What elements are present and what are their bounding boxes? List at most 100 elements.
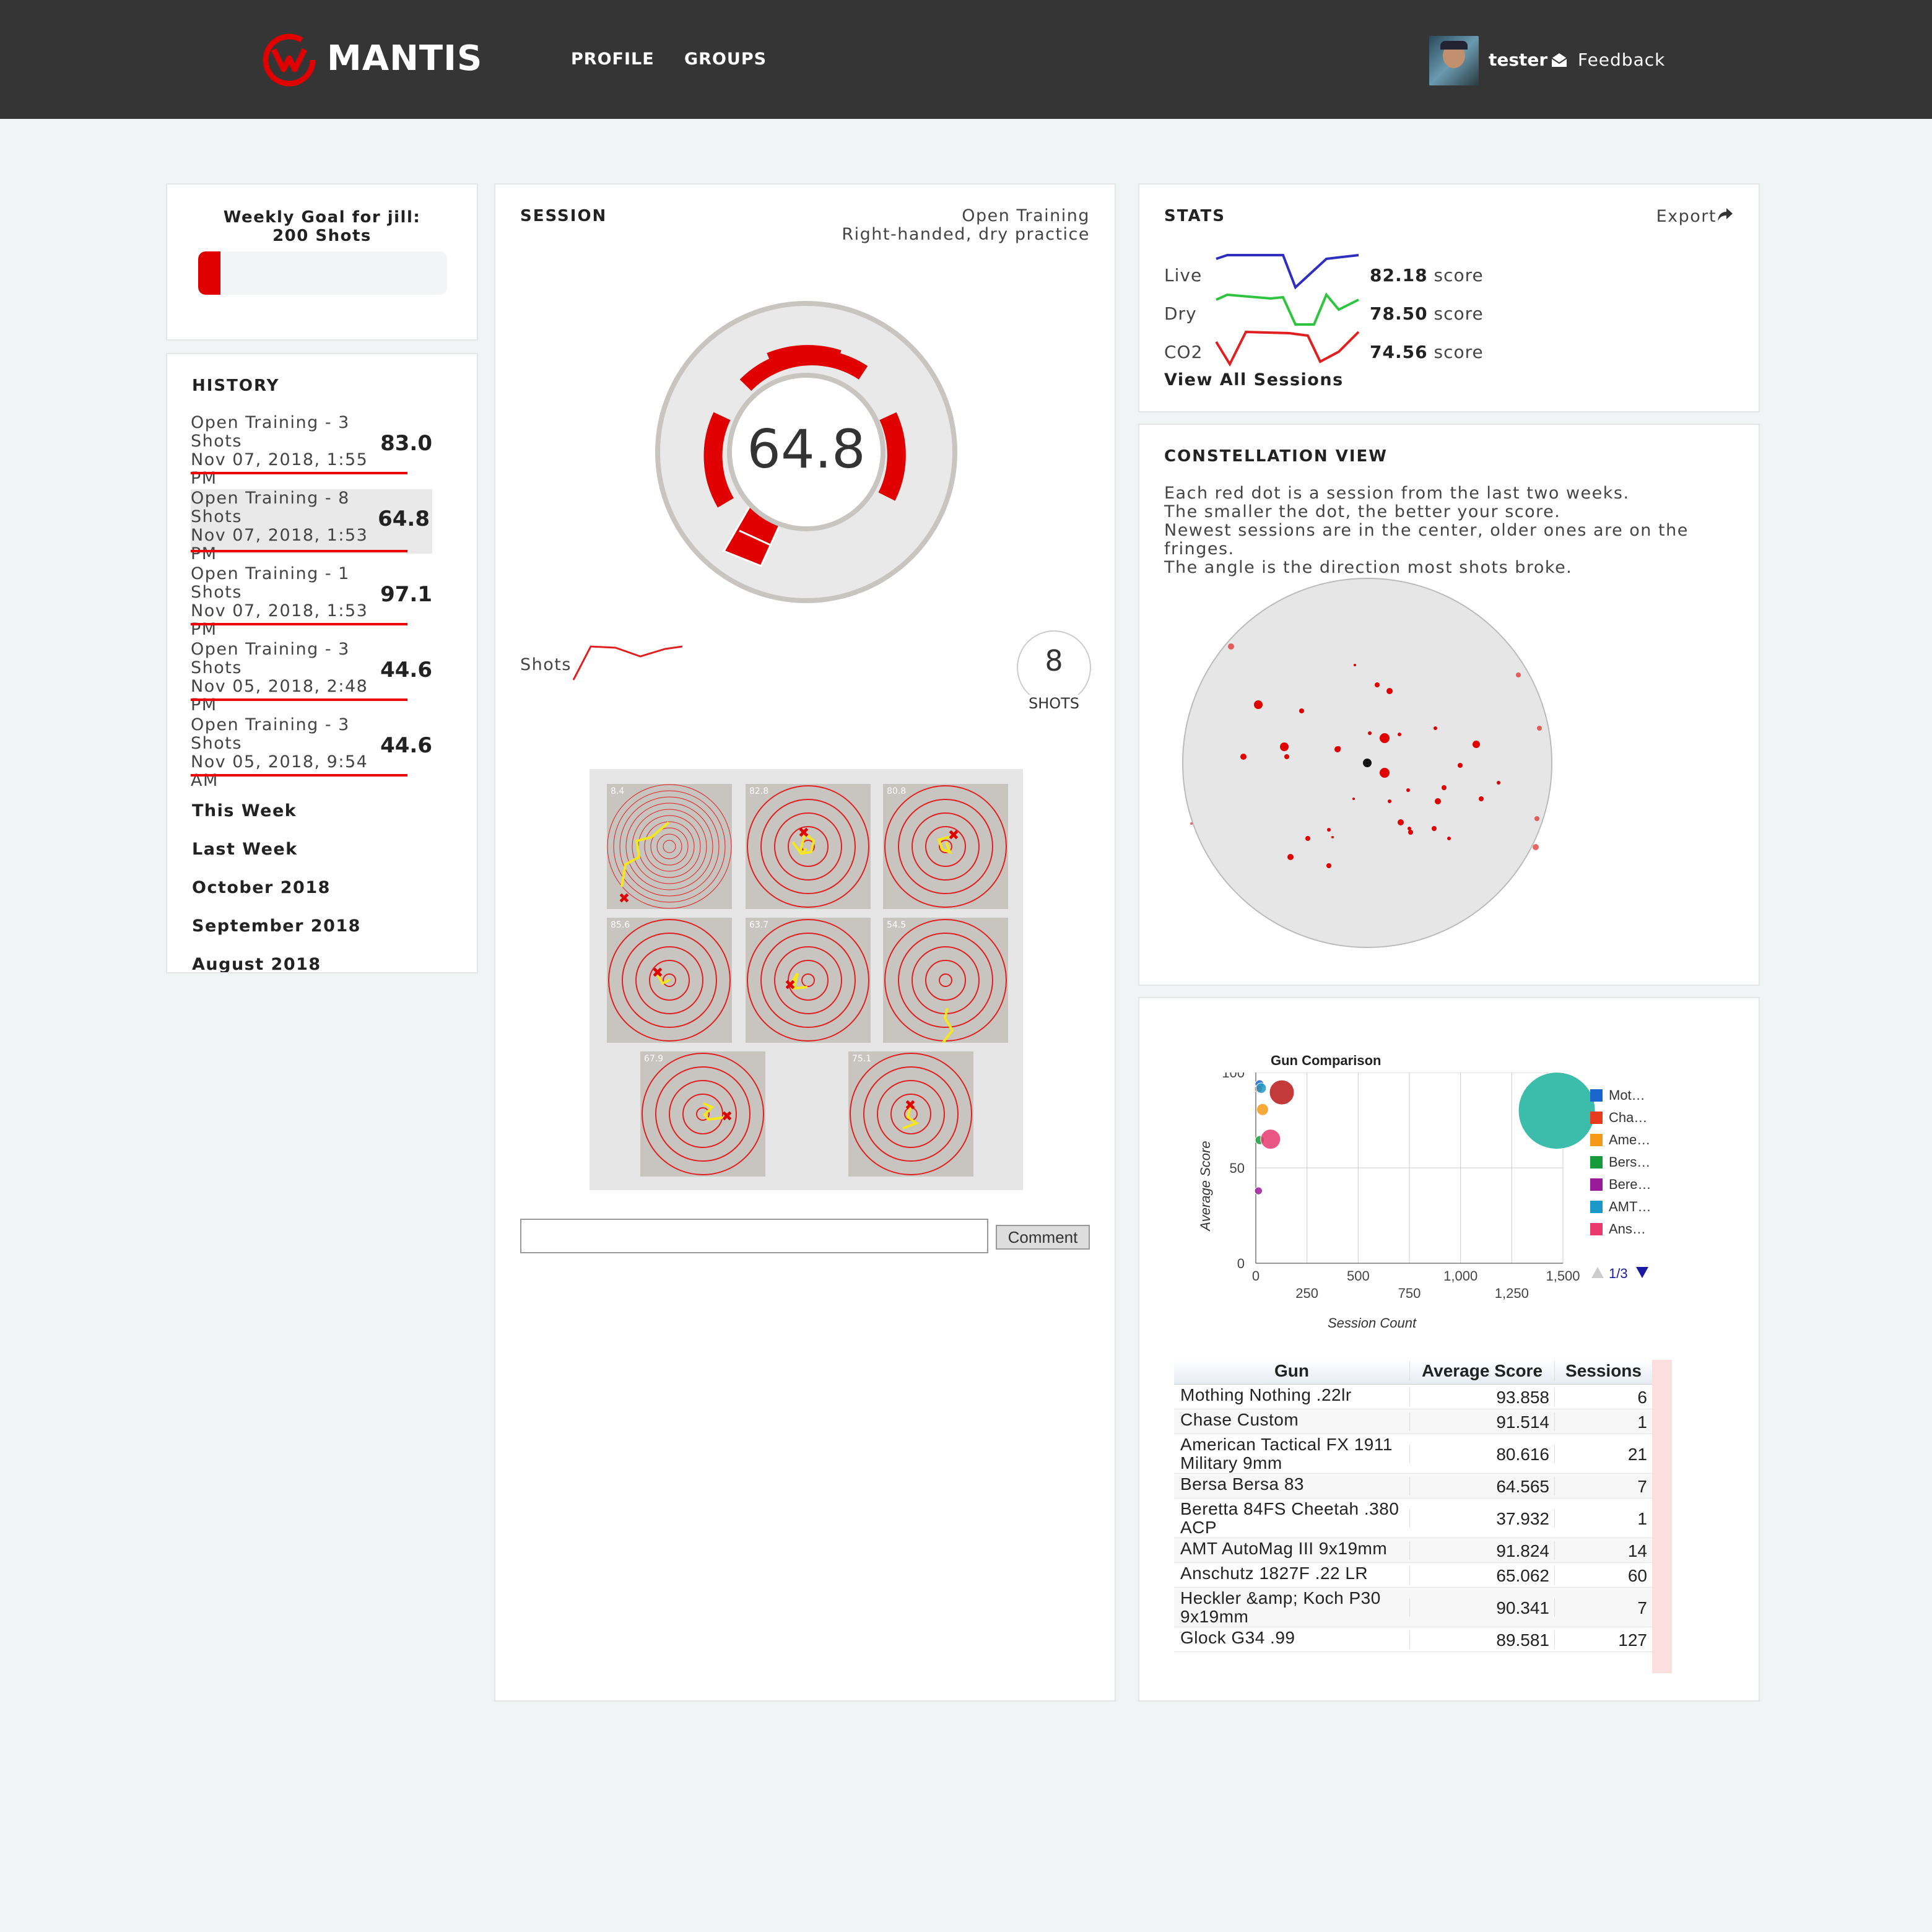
period-this-week[interactable]: This Week [192,801,297,820]
session-dot[interactable] [1537,726,1542,731]
session-dot[interactable] [1354,664,1356,666]
shot-target[interactable]: ✖ 75.1 [848,1051,973,1177]
session-dot[interactable] [1479,796,1484,801]
history-item[interactable]: Open Training - 3 Shots Nov 07, 2018, 1:55… [191,414,432,488]
legend-item[interactable]: Bere… [1590,1177,1651,1195]
avatar[interactable] [1429,36,1479,85]
history-item-date: Nov 05, 2018, 9:54 AM [191,752,368,790]
shot-target[interactable]: ✖ 63.7 [746,918,871,1043]
session-dot[interactable] [1408,830,1413,835]
session-dot[interactable] [1473,741,1480,748]
period-october-2018[interactable]: October 2018 [192,878,331,897]
comment-button[interactable]: Comment [996,1225,1090,1250]
session-dot[interactable] [1352,798,1355,800]
comment-input[interactable] [520,1219,988,1253]
session-dot[interactable] [1228,643,1234,650]
view-all-sessions-link[interactable]: View All Sessions [1164,370,1344,389]
shot-target[interactable]: ✖ 8.4 [607,784,732,909]
legend-next-icon[interactable] [1635,1266,1650,1279]
session-dot[interactable] [1284,754,1289,759]
session-dot[interactable] [1190,822,1193,825]
session-dot[interactable] [1534,816,1539,821]
target-score: 85.6 [611,920,630,930]
column-header-gun[interactable]: Gun [1174,1361,1409,1381]
history-item[interactable]: Open Training - 1 Shots Nov 07, 2018, 1:53… [191,565,432,639]
table-row[interactable]: Heckler &amp; Koch P30 9x19mm 90.341 7 [1174,1588,1652,1627]
history-item[interactable]: Open Training - 3 Shots Nov 05, 2018, 2:48… [191,640,432,715]
mantis-logo-icon[interactable] [260,31,318,89]
export-link[interactable]: Export [1656,207,1717,226]
session-dot[interactable] [1368,731,1372,735]
session-dot[interactable] [1337,746,1341,750]
brand-name[interactable]: MANTIS [327,38,482,79]
session-dot[interactable] [1287,854,1294,860]
bubble-point[interactable] [1518,1073,1596,1150]
nav-groups[interactable]: GROUPS [684,50,767,69]
period-september-2018[interactable]: September 2018 [192,916,361,936]
session-dot[interactable] [1398,733,1401,736]
session-dot[interactable] [1375,682,1380,687]
session-dot[interactable] [1497,781,1500,785]
table-row[interactable]: AMT AutoMag III 9x19mm 91.824 14 [1174,1538,1652,1563]
shot-target[interactable]: ✖54.5 [883,918,1008,1073]
legend-prev-icon[interactable] [1590,1266,1605,1279]
legend-item[interactable]: Ame… [1590,1132,1650,1151]
session-dot[interactable] [1516,672,1521,677]
session-dot[interactable] [1240,754,1247,760]
session-dot[interactable] [1432,826,1437,831]
session-dot[interactable] [1533,844,1539,850]
session-dot[interactable] [1435,798,1441,804]
session-dot[interactable] [1447,837,1451,840]
column-header-sessions[interactable]: Sessions [1554,1361,1652,1381]
bubble-point[interactable] [1256,1103,1269,1116]
session-dot[interactable] [1408,827,1411,830]
column-header-average-score[interactable]: Average Score [1409,1361,1554,1381]
legend-item[interactable]: Cha… [1590,1110,1647,1128]
share-arrow-icon[interactable] [1717,207,1734,223]
bubble-point[interactable] [1255,1082,1267,1094]
table-row[interactable]: Beretta 84FS Cheetah .380 ACP 37.932 1 [1174,1499,1652,1538]
shot-target[interactable]: ✖ 82.8 [746,784,871,909]
session-dot[interactable] [1299,708,1304,713]
legend-item[interactable]: Mot… [1590,1087,1645,1106]
shot-target[interactable]: ✖ 80.8 [883,784,1008,909]
bubble-point[interactable] [1269,1079,1295,1105]
session-dot[interactable] [1386,688,1393,694]
session-dot[interactable] [1380,768,1390,778]
session-dot[interactable] [1380,733,1390,743]
session-dot[interactable] [1331,836,1334,838]
session-dot[interactable] [1327,828,1331,832]
session-dot[interactable] [1434,726,1437,730]
shot-target[interactable]: ✖ 85.6 [607,918,732,1043]
period-august-2018[interactable]: August 2018 [192,955,321,972]
user-name[interactable]: tester [1489,50,1547,70]
table-row[interactable]: Glock G34 .99 89.581 127 [1174,1627,1652,1652]
session-dot[interactable] [1398,819,1404,825]
session-dot[interactable] [1326,863,1331,868]
center-session-dot[interactable] [1363,759,1372,767]
session-dot[interactable] [1442,785,1447,790]
session-dot[interactable] [1458,763,1463,768]
bubble-point[interactable] [1260,1129,1281,1150]
period-last-week[interactable]: Last Week [192,840,298,859]
session-dot[interactable] [1254,700,1263,709]
history-item-selected[interactable]: Open Training - 8 Shots Nov 07, 2018, 1:53… [191,489,432,564]
legend-item[interactable]: Ans… [1590,1221,1646,1240]
feedback-link[interactable]: Feedback [1578,50,1665,70]
nav-profile[interactable]: PROFILE [571,50,655,69]
legend-item[interactable]: Bers… [1590,1154,1650,1173]
session-dot[interactable] [1305,836,1310,841]
table-row[interactable]: Chase Custom 91.514 1 [1174,1409,1652,1434]
table-row[interactable]: American Tactical FX 1911 Military 9mm 80… [1174,1434,1652,1474]
table-row[interactable]: Mothing Nothing .22lr 93.858 6 [1174,1385,1652,1409]
table-scrollbar[interactable] [1652,1360,1672,1673]
history-item[interactable]: Open Training - 3 Shots Nov 05, 2018, 9:54… [191,716,432,790]
bubble-point[interactable] [1254,1186,1263,1195]
legend-item[interactable]: AMT… [1590,1199,1651,1217]
table-row[interactable]: Anschutz 1827F .22 LR 65.062 60 [1174,1563,1652,1588]
session-dot[interactable] [1280,742,1289,751]
session-dot[interactable] [1406,788,1410,792]
table-row[interactable]: Bersa Bersa 83 64.565 7 [1174,1474,1652,1499]
session-dot[interactable] [1388,799,1391,803]
shot-target[interactable]: ✖ 67.9 [640,1051,765,1177]
